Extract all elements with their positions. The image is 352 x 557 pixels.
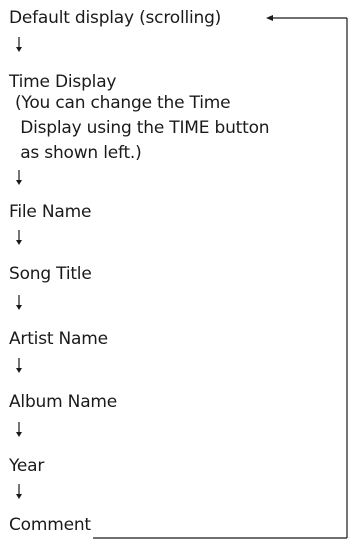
loop-return-arrow [93, 15, 348, 539]
